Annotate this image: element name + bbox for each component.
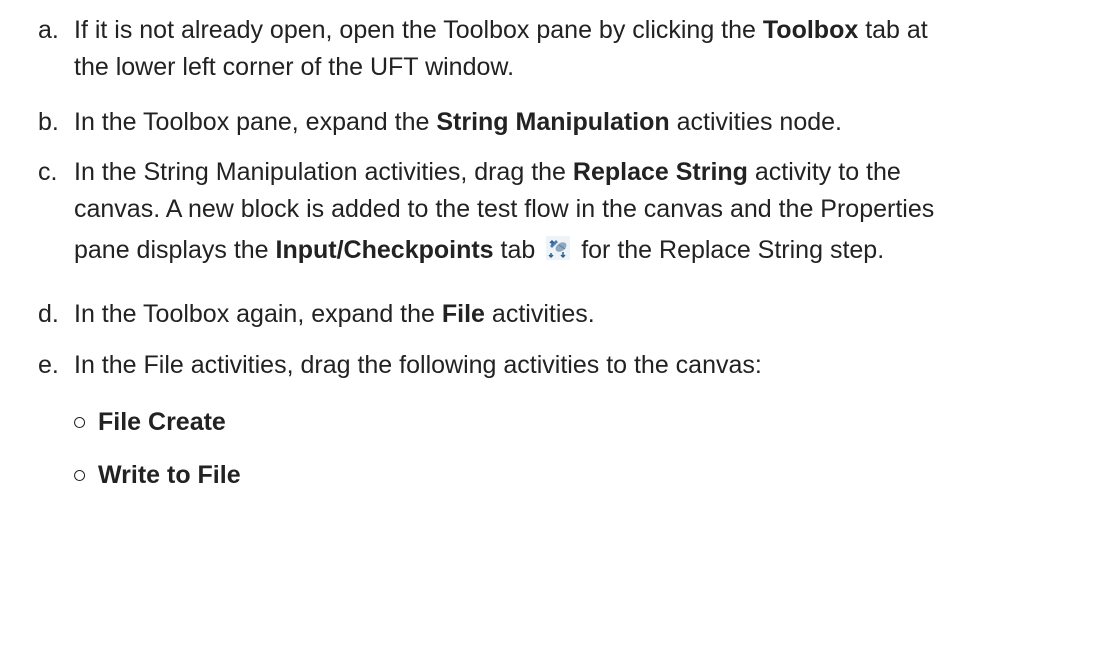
bullet-marker: ○	[72, 461, 88, 489]
text-run: tab	[493, 236, 543, 264]
text-run: canvas. A new block is added to the test…	[74, 195, 935, 223]
text-run: the lower left corner of the UFT window.	[74, 53, 515, 81]
step-text: In the Toolbox pane, expand the String M…	[74, 104, 1088, 141]
text-run: activities node.	[669, 108, 842, 136]
step-letter: e.	[38, 351, 59, 379]
step-letter: c.	[38, 158, 58, 186]
text-run: In the Toolbox pane, expand the	[74, 108, 437, 136]
step-line: In the Toolbox pane, expand the String M…	[74, 104, 1088, 141]
input-checkpoints-tab-icon	[546, 234, 571, 260]
activity-name: Write to File	[98, 461, 241, 489]
step-c: c. In the String Manipulation activities…	[38, 154, 1088, 269]
text-run: activity to the	[747, 158, 901, 186]
step-line: In the String Manipulation activities, d…	[74, 154, 1088, 191]
step-line: In the Toolbox again, expand the File ac…	[74, 296, 1088, 333]
step-line: the lower left corner of the UFT window.	[74, 49, 1088, 86]
step-b: b. In the Toolbox pane, expand the Strin…	[38, 104, 1088, 141]
step-text: If it is not already open, open the Tool…	[74, 12, 1088, 86]
text-run: In the String Manipulation activities, d…	[74, 158, 573, 186]
step-line: pane displays the Input/Checkpoints tab …	[74, 232, 1088, 269]
bullet-marker: ○	[72, 408, 88, 436]
step-d: d. In the Toolbox again, expand the File…	[38, 296, 1088, 333]
text-run: In the File activities, drag the followi…	[74, 351, 762, 379]
text-run: In the Toolbox again, expand the	[74, 300, 442, 328]
step-line: canvas. A new block is added to the test…	[74, 191, 1088, 228]
bold-term: Toolbox	[762, 16, 859, 44]
text-run: tab at	[858, 16, 928, 44]
step-text: In the File activities, drag the followi…	[74, 347, 1088, 384]
step-line: If it is not already open, open the Tool…	[74, 12, 1088, 49]
step-e: e. In the File activities, drag the foll…	[38, 347, 1088, 384]
bold-term: String Manipulation	[436, 108, 670, 136]
text-run: If it is not already open, open the Tool…	[74, 16, 763, 44]
step-a: a. If it is not already open, open the T…	[38, 12, 1088, 86]
step-text: In the Toolbox again, expand the File ac…	[74, 296, 1088, 333]
step-letter: b.	[38, 108, 59, 136]
bold-term: Input/Checkpoints	[275, 236, 494, 264]
text-run: pane displays the	[74, 236, 276, 264]
text-run: activities.	[484, 300, 595, 328]
list-item: ○ Write to File	[72, 457, 241, 494]
bold-term: Replace String	[572, 158, 748, 186]
step-letter: a.	[38, 16, 59, 44]
document-page: a. If it is not already open, open the T…	[0, 0, 1102, 648]
step-letter: d.	[38, 300, 59, 328]
bold-term: File	[441, 300, 485, 328]
activity-name: File Create	[98, 408, 226, 436]
text-run: for the Replace String step.	[574, 236, 885, 264]
step-text: In the String Manipulation activities, d…	[74, 154, 1088, 269]
list-item: ○ File Create	[72, 404, 226, 441]
step-line: In the File activities, drag the followi…	[74, 347, 1088, 384]
